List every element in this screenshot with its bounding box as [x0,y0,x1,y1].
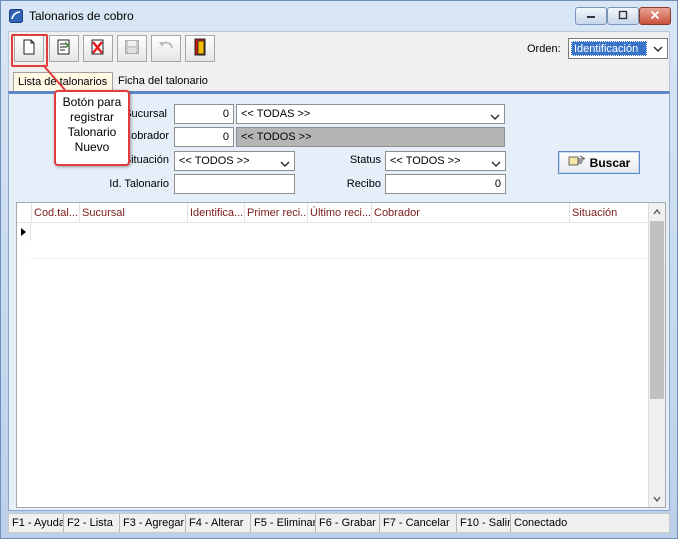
status-f7-cancelar[interactable]: F7 - Cancelar [380,514,457,532]
status-connection: Conectado [514,517,568,529]
cobrador-id-field[interactable]: 0 [174,127,234,147]
status-selected-value: << TODOS >> [390,155,461,167]
col-header-identificacion[interactable]: Identifica... [187,203,244,222]
col-header-cod-tal[interactable]: Cod.tal... [31,203,79,222]
maximize-button[interactable] [607,7,639,25]
sucursal-id-field[interactable]: 0 [174,104,234,124]
status-bar: F1 - Ayuda F2 - Lista F3 - Agregar F4 - … [8,513,670,533]
scroll-thumb[interactable] [650,221,664,399]
callout-line-1: Botón para [62,95,122,109]
grid-vertical-scrollbar[interactable] [648,203,665,507]
status-f2-lista[interactable]: F2 - Lista [64,514,120,532]
close-button[interactable] [639,7,671,25]
title-bar[interactable]: Talonarios de cobro [1,1,677,31]
scroll-down-arrow[interactable] [649,490,665,507]
buscar-label: Buscar [589,155,631,170]
delete-button[interactable] [83,35,113,62]
app-icon [9,9,23,23]
chevron-down-icon [653,44,663,56]
id-talonario-label: Id. Talonario [109,178,169,190]
undo-button[interactable] [151,35,181,62]
orden-selected-value: Identificación [571,41,647,56]
status-select[interactable]: << TODOS >> [385,151,506,171]
window-title: Talonarios de cobro [29,9,134,23]
toolbar: Orden: Identificación [8,31,670,65]
main-window: Talonarios de cobro Orden: Identificació… [0,0,678,539]
chevron-down-icon [280,158,290,172]
status-label: Status [349,154,381,166]
col-header-sucursal[interactable]: Sucursal [79,203,187,222]
orden-select[interactable]: Identificación [568,38,668,59]
cobrador-name-field: << TODOS >> [236,127,505,147]
status-f6-grabar[interactable]: F6 - Grabar [316,514,380,532]
tab-ficha-talonario[interactable]: Ficha del talonario [114,72,212,92]
buscar-button[interactable]: Buscar [558,151,640,174]
tab-strip: Lista de talonarios Ficha del talonario [8,65,670,92]
status-f10-salir[interactable]: F10 - Salir [457,514,511,532]
callout-line-4: Nuevo [74,140,110,154]
exit-door-icon [193,38,207,59]
status-f5-eliminar[interactable]: F5 - Eliminar [251,514,316,532]
chevron-down-icon [491,158,501,172]
callout-pointer [42,64,66,91]
edit-document-icon [55,38,73,59]
col-header-cobrador[interactable]: Cobrador [371,203,569,222]
status-f4-alterar[interactable]: F4 - Alterar [186,514,251,532]
undo-icon [157,39,175,58]
save-button[interactable] [117,35,147,62]
orden-label: Orden: [527,43,561,55]
close-icon [650,10,660,23]
chevron-down-icon [490,111,500,125]
scroll-up-arrow[interactable] [649,203,665,220]
table-row[interactable] [31,223,649,259]
id-talonario-field[interactable] [174,174,295,194]
maximize-icon [618,10,628,23]
recibo-label: Recibo [346,178,381,190]
col-header-ultimo-recibo[interactable]: Último reci... [307,203,371,222]
current-row-indicator [17,223,31,241]
exit-button[interactable] [185,35,215,62]
status-f1-ayuda[interactable]: F1 - Ayuda [9,514,64,532]
sucursal-selected-value: << TODAS >> [241,108,311,120]
callout-tooltip: Botón para registrar Talonario Nuevo [54,90,130,166]
minimize-button[interactable] [575,7,607,25]
search-hand-icon [568,155,586,170]
col-header-primer-recibo[interactable]: Primer reci... [244,203,307,222]
callout-line-2: registrar [69,110,114,124]
situacion-selected-value: << TODOS >> [179,155,250,167]
minimize-icon [586,10,596,23]
save-icon [124,39,140,58]
col-header-situacion[interactable]: Situación [569,203,649,222]
callout-line-3: Talonario [67,125,117,139]
sucursal-select[interactable]: << TODAS >> [236,104,505,124]
recibo-field[interactable]: 0 [385,174,506,194]
status-f3-agregar[interactable]: F3 - Agregar [120,514,186,532]
situacion-select[interactable]: << TODOS >> [174,151,295,171]
delete-icon [90,38,106,59]
grid-header: Cod.tal... Sucursal Identifica... Primer… [17,203,649,223]
talonarios-grid[interactable]: Cod.tal... Sucursal Identifica... Primer… [16,202,666,508]
edit-button[interactable] [49,35,79,62]
